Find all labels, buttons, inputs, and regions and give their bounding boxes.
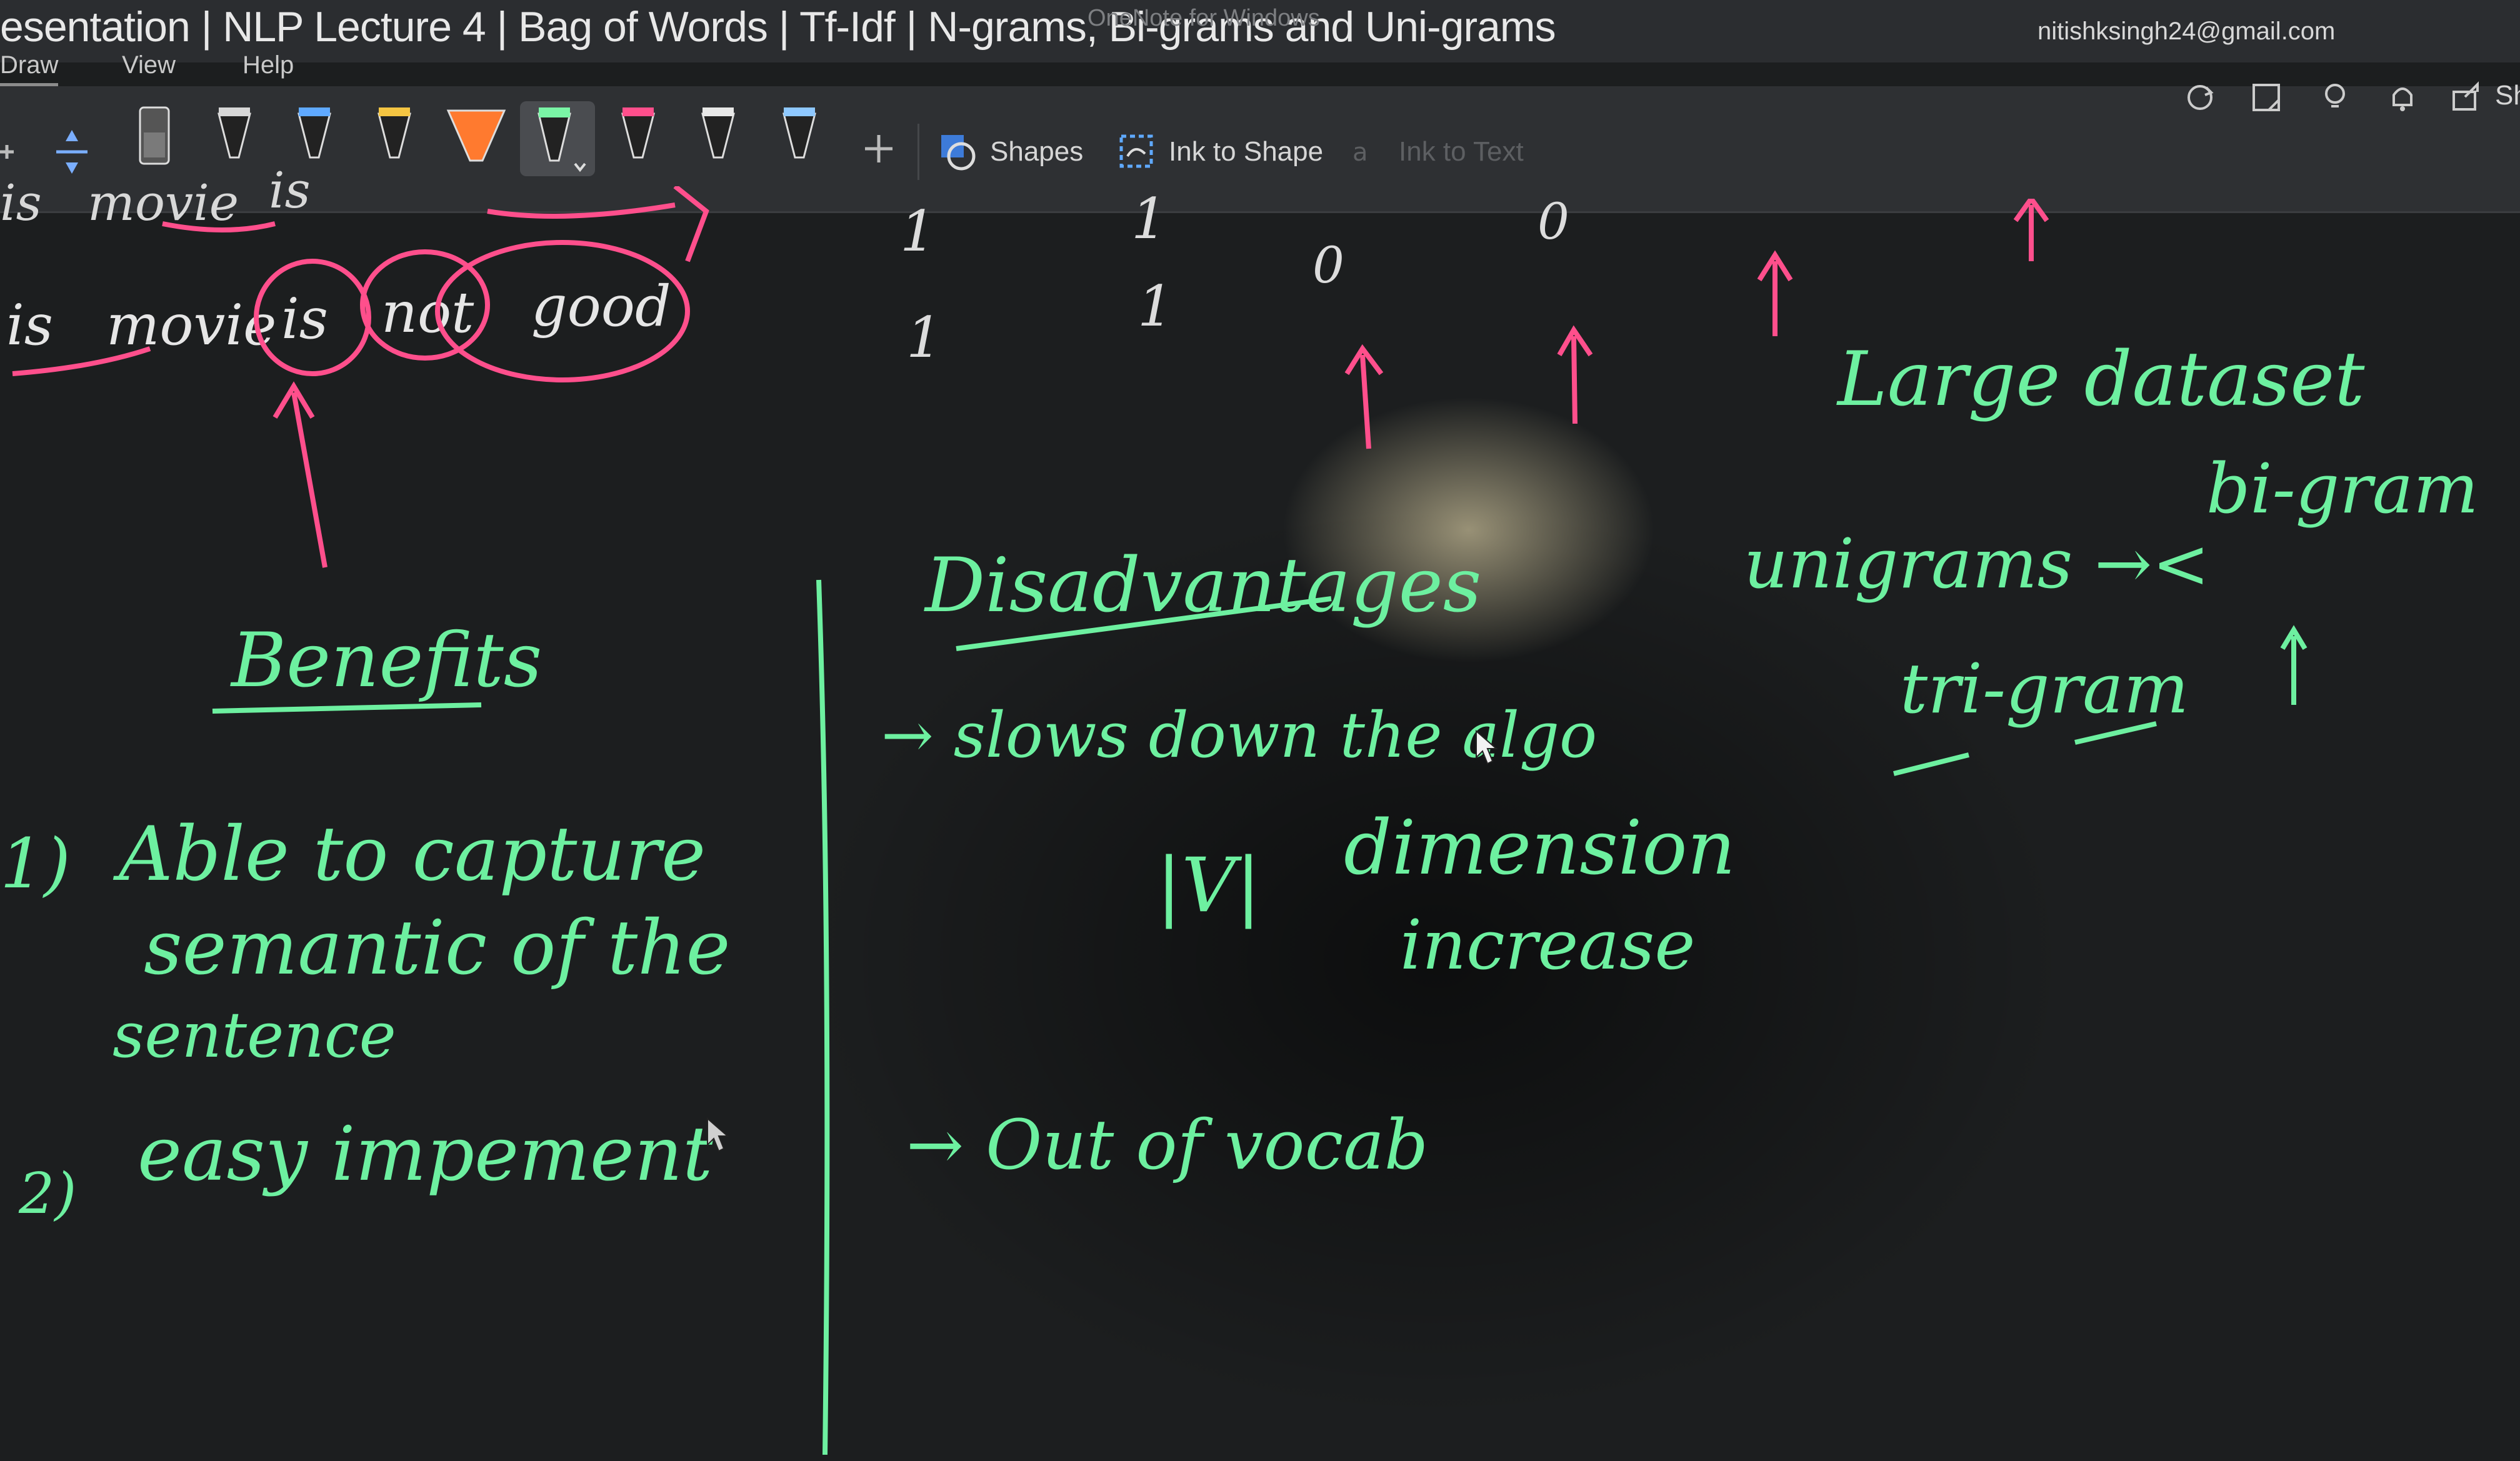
ink-to-shape-icon [1119,134,1153,168]
benefit-1-line-1: Able to capture [119,811,706,898]
pen-4[interactable] [372,101,416,176]
pen-1[interactable] [132,101,176,176]
benefit-1-number: 1) [0,824,71,904]
pen-icon [218,107,251,159]
pen-2[interactable] [212,101,256,176]
lightbulb-icon[interactable] [2316,79,2354,116]
count-5: 1 [906,305,942,371]
increases-text: increase [1400,905,1696,985]
svg-text:a: a [1352,138,1368,167]
notification-bell-icon[interactable] [2384,79,2421,116]
highlighter-pen[interactable] [445,101,508,176]
pen-green-selected[interactable] [520,101,595,176]
shapes-icon [941,135,976,171]
pen-pink[interactable] [616,101,660,176]
ink-to-text-icon: a [1352,138,1368,167]
benefits-title: Benefits [231,617,542,704]
share-icon [2452,81,2479,111]
unigrams-text: unigrams →< [1744,524,2210,604]
bigram-text: bi-gram [2206,449,2479,529]
menu-draw[interactable]: Draw [0,51,59,87]
disadvantage-2: → Out of vocab [906,1105,1429,1185]
benefit-1-line-3: sentence [112,999,396,1072]
sync-icon[interactable] [2181,79,2219,116]
trigram-underline [1893,721,2157,776]
pen-icon [538,107,586,172]
app-name: OneNote for Windows [1088,5,1320,31]
ink-to-text-button[interactable]: a Ink to Text [1350,130,1524,174]
mouse-cursor-icon [1476,730,1498,765]
section-divider-line [816,579,830,1455]
add-icon[interactable] [0,130,19,174]
ink-to-shape-button[interactable]: Ink to Shape [1116,130,1323,174]
count-1: 1 [900,199,936,264]
ribbon-divider [918,124,919,180]
pen-icon [621,107,655,159]
vocab-size: |V| [1156,842,1261,929]
benefits-underline [212,702,482,714]
window-title: esentation | NLP Lecture 4 | Bag of Word… [0,3,1556,51]
count-6: 1 [1138,274,1174,339]
pen-icon [378,107,411,159]
account-email[interactable]: nitishksingh24@gmail.com [2038,17,2335,46]
benefit-2-text: easy impement [138,1111,713,1198]
pen-icon [782,107,816,159]
shapes-button[interactable]: Shapes [938,130,1083,174]
menu-help[interactable]: Help [242,51,294,79]
sticky-note-icon[interactable] [2248,79,2285,116]
benefit-2-number: 2) [19,1161,77,1227]
pen-icon [701,107,735,159]
share-label: Sh [2495,80,2520,111]
green-arrow-up [2280,625,2308,705]
share-button[interactable]: Sh [2449,74,2520,117]
menu-bar: Draw View Help [0,51,562,89]
benefit-1-line-2: semantic of the [144,905,731,992]
large-dataset-text: Large dataset [1838,336,2365,423]
insert-space-icon[interactable] [50,124,94,180]
add-pen-icon[interactable] [860,130,898,167]
pink-annotations [12,186,709,568]
dimension-text: dimension [1344,805,1736,892]
mouse-cursor-icon [707,1117,729,1152]
menu-view[interactable]: View [122,51,176,79]
count-2: 1 [1131,186,1168,252]
pen-light-blue[interactable] [778,101,821,176]
shapes-label: Shapes [990,136,1084,167]
highlighter-icon [446,109,506,162]
pen-icon [139,106,170,165]
pen-white[interactable] [696,101,740,176]
ink-to-text-label: Ink to Text [1399,136,1524,167]
disadvantages-underline [956,596,1332,651]
note-canvas[interactable]: is movie is is movie is not good 1 1 0 0… [0,161,2520,1461]
ink-to-shape-label: Ink to Shape [1169,136,1324,167]
